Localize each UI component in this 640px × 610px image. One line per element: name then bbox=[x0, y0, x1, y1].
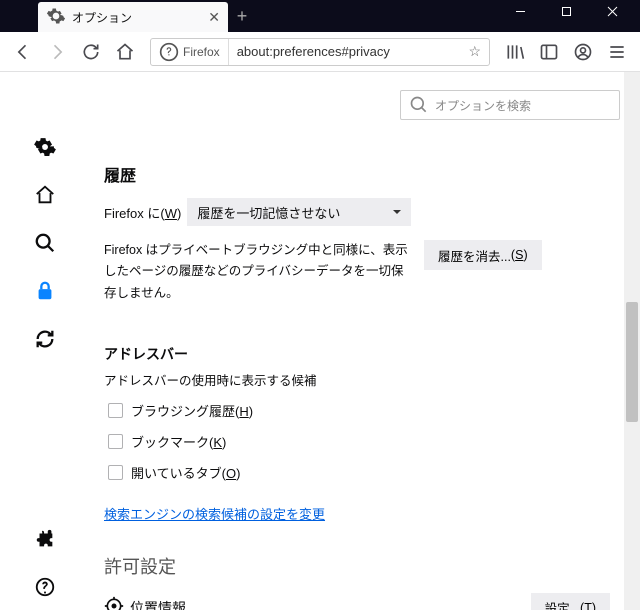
history-prefix: Firefox に(W) bbox=[104, 203, 181, 222]
support-icon[interactable] bbox=[32, 574, 58, 600]
library-button[interactable] bbox=[500, 37, 530, 67]
addressbar-option-history[interactable]: ブラウジング履歴(H) bbox=[108, 401, 620, 420]
browser-tab[interactable]: オプション ✕ bbox=[38, 2, 228, 32]
new-tab-button[interactable]: + bbox=[228, 2, 256, 32]
privacy-category-icon[interactable] bbox=[32, 278, 58, 304]
close-icon[interactable]: ✕ bbox=[208, 9, 220, 26]
back-button[interactable] bbox=[8, 37, 38, 67]
maximize-button[interactable] bbox=[548, 0, 594, 32]
checkbox-label: 開いているタブ(O) bbox=[131, 463, 240, 482]
navbar: Firefox about:preferences#privacy ☆ bbox=[0, 32, 640, 72]
category-sidebar bbox=[0, 72, 90, 610]
minimize-button[interactable] bbox=[502, 0, 548, 32]
titlebar: オプション ✕ + bbox=[0, 0, 640, 32]
home-category-icon[interactable] bbox=[32, 182, 58, 208]
main-panel: 履歴 Firefox に(W) 履歴を一切記憶させない Firefox はプライ… bbox=[90, 72, 640, 610]
history-title: 履歴 bbox=[104, 162, 620, 186]
clear-history-button[interactable]: 履歴を消去...(S) bbox=[424, 240, 542, 270]
url-bar[interactable]: Firefox about:preferences#privacy ☆ bbox=[150, 38, 490, 66]
addressbar-option-tabs[interactable]: 開いているタブ(O) bbox=[108, 463, 620, 482]
account-button[interactable] bbox=[568, 37, 598, 67]
search-suggestions-link[interactable]: 検索エンジンの検索候補の設定を変更 bbox=[104, 504, 325, 523]
location-settings-button[interactable]: 設定...(T) bbox=[531, 593, 610, 610]
addressbar-option-bookmarks[interactable]: ブックマーク(K) bbox=[108, 432, 620, 451]
content-area: オプションを検索 履歴 Firefox に(W) 履歴を一切記憶させない Fir… bbox=[0, 72, 640, 610]
url-text: about:preferences#privacy bbox=[229, 44, 461, 59]
forward-button[interactable] bbox=[42, 37, 72, 67]
checkbox[interactable] bbox=[108, 403, 123, 418]
location-label: 位置情報 bbox=[130, 598, 186, 610]
identity-box[interactable]: Firefox bbox=[151, 39, 229, 65]
checkbox[interactable] bbox=[108, 465, 123, 480]
search-category-icon[interactable] bbox=[32, 230, 58, 256]
home-button[interactable] bbox=[110, 37, 140, 67]
location-icon bbox=[104, 596, 124, 610]
addressbar-subtitle: アドレスバーの使用時に表示する候補 bbox=[104, 370, 620, 389]
scrollbar[interactable] bbox=[624, 72, 640, 610]
permission-location-row: 位置情報 設定...(T) bbox=[104, 593, 620, 610]
window-controls bbox=[502, 0, 640, 32]
history-note-text: Firefox はプライベートブラウジング中と同様に、表示したページの履歴などの… bbox=[104, 240, 414, 304]
reload-button[interactable] bbox=[76, 37, 106, 67]
identity-label: Firefox bbox=[183, 45, 220, 59]
checkbox-label: ブラウジング履歴(H) bbox=[131, 401, 253, 420]
sync-category-icon[interactable] bbox=[32, 326, 58, 352]
menu-button[interactable] bbox=[602, 37, 632, 67]
history-mode-row: Firefox に(W) 履歴を一切記憶させない bbox=[104, 198, 620, 226]
close-window-button[interactable] bbox=[594, 0, 640, 32]
tab-title: オプション bbox=[72, 9, 132, 26]
extensions-icon[interactable] bbox=[32, 526, 58, 552]
addressbar-title: アドレスバー bbox=[104, 344, 620, 364]
checkbox[interactable] bbox=[108, 434, 123, 449]
scrollbar-thumb[interactable] bbox=[626, 302, 638, 422]
permissions-title: 許可設定 bbox=[104, 553, 620, 579]
history-note-row: Firefox はプライベートブラウジング中と同様に、表示したページの履歴などの… bbox=[104, 240, 620, 304]
general-icon[interactable] bbox=[32, 134, 58, 160]
bookmark-star-icon[interactable]: ☆ bbox=[460, 43, 489, 60]
gear-icon bbox=[46, 6, 66, 29]
sidebar-button[interactable] bbox=[534, 37, 564, 67]
checkbox-label: ブックマーク(K) bbox=[131, 432, 226, 451]
history-mode-dropdown[interactable]: 履歴を一切記憶させない bbox=[187, 198, 411, 226]
